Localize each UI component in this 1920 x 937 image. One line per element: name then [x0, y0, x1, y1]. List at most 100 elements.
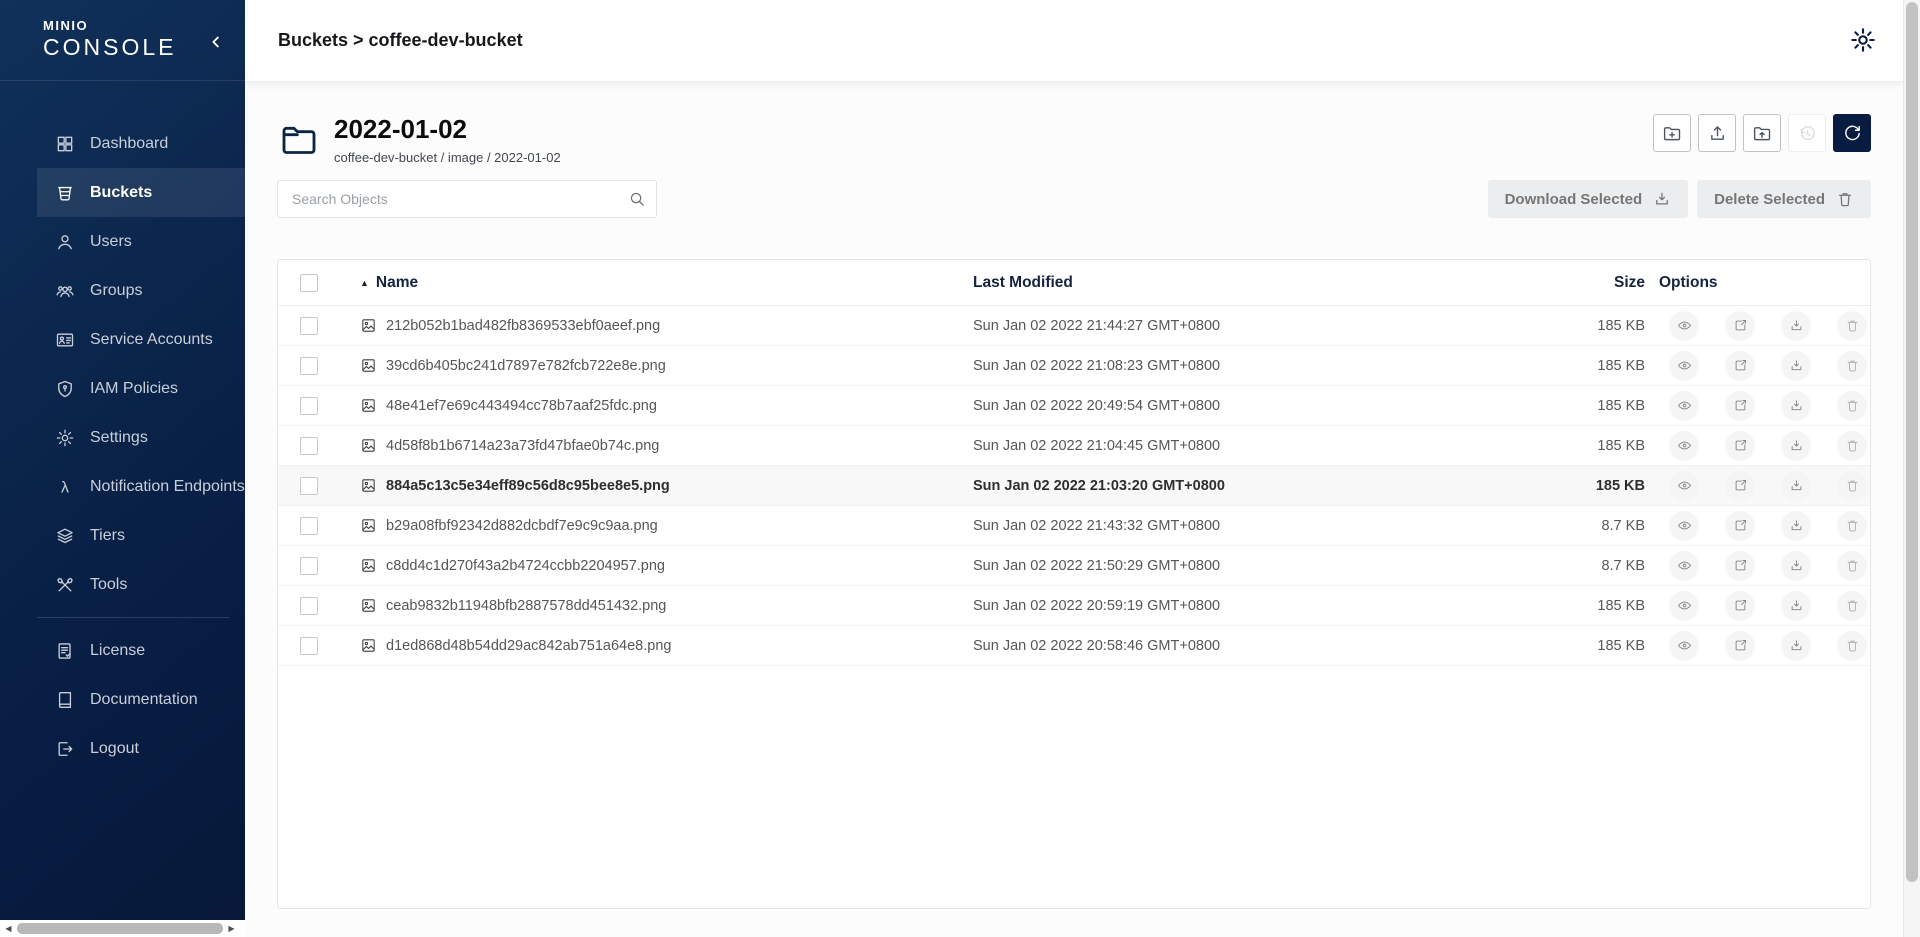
sidebar-item-buckets[interactable]: Buckets: [37, 168, 245, 217]
table-row[interactable]: 884a5c13c5e34eff89c56d8c95bee8e5.png Sun…: [278, 466, 1870, 506]
vertical-scrollbar-thumb[interactable]: [1906, 2, 1918, 882]
sidebar-menu: Dashboard Buckets Users Groups: [0, 81, 245, 773]
preview-object-button[interactable]: [1669, 631, 1699, 661]
scroll-left-arrow-icon[interactable]: ◀: [0, 920, 17, 937]
row-checkbox[interactable]: [300, 397, 318, 415]
horizontal-scrollbar-thumb[interactable]: [17, 923, 223, 934]
sidebar-item-tools[interactable]: Tools: [37, 560, 245, 609]
share-object-button[interactable]: [1725, 551, 1755, 581]
sidebar-item-logout[interactable]: Logout: [37, 724, 245, 773]
share-object-button[interactable]: [1725, 351, 1755, 381]
table-row[interactable]: d1ed868d48b54dd29ac842ab751a64e8.png Sun…: [278, 626, 1870, 666]
sidebar: MINIO CONSOLE Dashboard Buckets Users: [0, 0, 245, 920]
sidebar-item-license[interactable]: License: [37, 626, 245, 675]
sidebar-item-users[interactable]: Users: [37, 217, 245, 266]
preview-object-button[interactable]: [1669, 551, 1699, 581]
share-object-button[interactable]: [1725, 511, 1755, 541]
share-object-button[interactable]: [1725, 311, 1755, 341]
row-checkbox[interactable]: [300, 557, 318, 575]
preview-object-button[interactable]: [1669, 311, 1699, 341]
preview-object-button[interactable]: [1669, 391, 1699, 421]
sidebar-item-notification-endpoints[interactable]: Notification Endpoints: [37, 462, 245, 511]
upload-folder-icon: [1752, 123, 1773, 144]
row-checkbox[interactable]: [300, 597, 318, 615]
sidebar-item-documentation[interactable]: Documentation: [37, 675, 245, 724]
download-object-button[interactable]: [1781, 591, 1811, 621]
preview-object-button[interactable]: [1669, 351, 1699, 381]
delete-object-button[interactable]: [1837, 311, 1867, 341]
vertical-scrollbar[interactable]: [1903, 0, 1920, 937]
download-object-button[interactable]: [1781, 351, 1811, 381]
search-objects-input[interactable]: [277, 180, 657, 218]
share-object-button[interactable]: [1725, 431, 1755, 461]
table-row[interactable]: 48e41ef7e69c443494cc78b7aaf25fdc.png Sun…: [278, 386, 1870, 426]
download-selected-button[interactable]: Download Selected: [1488, 180, 1689, 218]
sidebar-item-service-accounts[interactable]: Service Accounts: [37, 315, 245, 364]
download-object-button[interactable]: [1781, 551, 1811, 581]
scroll-right-arrow-icon[interactable]: ▶: [223, 920, 240, 937]
delete-selected-button[interactable]: Delete Selected: [1697, 180, 1871, 218]
delete-object-button[interactable]: [1837, 551, 1867, 581]
sidebar-item-settings[interactable]: Settings: [37, 413, 245, 462]
delete-object-button[interactable]: [1837, 631, 1867, 661]
preview-object-button[interactable]: [1669, 431, 1699, 461]
object-size: 8.7 KB: [1413, 518, 1645, 534]
download-object-button[interactable]: [1781, 431, 1811, 461]
table-row[interactable]: ceab9832b11948bfb2887578dd451432.png Sun…: [278, 586, 1870, 626]
download-object-button[interactable]: [1781, 311, 1811, 341]
delete-object-button[interactable]: [1837, 471, 1867, 501]
share-icon: [1733, 558, 1748, 573]
eye-icon: [1677, 638, 1692, 653]
console-settings-button[interactable]: [1836, 13, 1890, 67]
delete-object-button[interactable]: [1837, 511, 1867, 541]
sidebar-item-label: Tools: [90, 576, 127, 594]
share-object-button[interactable]: [1725, 471, 1755, 501]
create-path-icon: [1662, 123, 1683, 144]
row-checkbox[interactable]: [300, 637, 318, 655]
create-path-button[interactable]: [1653, 114, 1691, 152]
horizontal-scrollbar[interactable]: ◀ ▶: [0, 920, 245, 937]
share-object-button[interactable]: [1725, 391, 1755, 421]
share-object-button[interactable]: [1725, 591, 1755, 621]
logout-icon: [55, 739, 75, 759]
download-icon: [1789, 558, 1804, 573]
preview-object-button[interactable]: [1669, 511, 1699, 541]
download-object-button[interactable]: [1781, 511, 1811, 541]
download-object-button[interactable]: [1781, 471, 1811, 501]
row-checkbox[interactable]: [300, 437, 318, 455]
download-object-button[interactable]: [1781, 391, 1811, 421]
sidebar-item-dashboard[interactable]: Dashboard: [37, 119, 245, 168]
table-row[interactable]: 39cd6b405bc241d7897e782fcb722e8e.png Sun…: [278, 346, 1870, 386]
select-all-checkbox[interactable]: [300, 274, 318, 292]
rewind-button[interactable]: [1788, 114, 1826, 152]
table-row[interactable]: c8dd4c1d270f43a2b4724ccbb2204957.png Sun…: [278, 546, 1870, 586]
refresh-button[interactable]: [1833, 114, 1871, 152]
notification-endpoints-icon: [55, 477, 75, 497]
sidebar-collapse-button[interactable]: [207, 30, 231, 54]
delete-object-button[interactable]: [1837, 431, 1867, 461]
delete-object-button[interactable]: [1837, 351, 1867, 381]
sidebar-item-iam-policies[interactable]: IAM Policies: [37, 364, 245, 413]
share-icon: [1733, 358, 1748, 373]
upload-folder-button[interactable]: [1743, 114, 1781, 152]
preview-object-button[interactable]: [1669, 471, 1699, 501]
table-row[interactable]: b29a08fbf92342d882dcbdf7e9c9c9aa.png Sun…: [278, 506, 1870, 546]
preview-object-button[interactable]: [1669, 591, 1699, 621]
upload-file-button[interactable]: [1698, 114, 1736, 152]
row-checkbox[interactable]: [300, 317, 318, 335]
row-checkbox[interactable]: [300, 517, 318, 535]
column-header-size[interactable]: Size: [1413, 274, 1645, 292]
delete-object-button[interactable]: [1837, 391, 1867, 421]
object-last-modified: Sun Jan 02 2022 21:08:23 GMT+0800: [973, 358, 1413, 374]
sidebar-item-groups[interactable]: Groups: [37, 266, 245, 315]
share-object-button[interactable]: [1725, 631, 1755, 661]
table-row[interactable]: 212b052b1bad482fb8369533ebf0aeef.png Sun…: [278, 306, 1870, 346]
delete-object-button[interactable]: [1837, 591, 1867, 621]
row-checkbox[interactable]: [300, 357, 318, 375]
row-checkbox[interactable]: [300, 477, 318, 495]
sidebar-item-tiers[interactable]: Tiers: [37, 511, 245, 560]
column-header-last-modified[interactable]: Last Modified: [973, 274, 1413, 292]
download-object-button[interactable]: [1781, 631, 1811, 661]
table-row[interactable]: 4d58f8b1b6714a23a73fd47bfae0b74c.png Sun…: [278, 426, 1870, 466]
column-header-name[interactable]: ▲ Name: [346, 274, 973, 292]
